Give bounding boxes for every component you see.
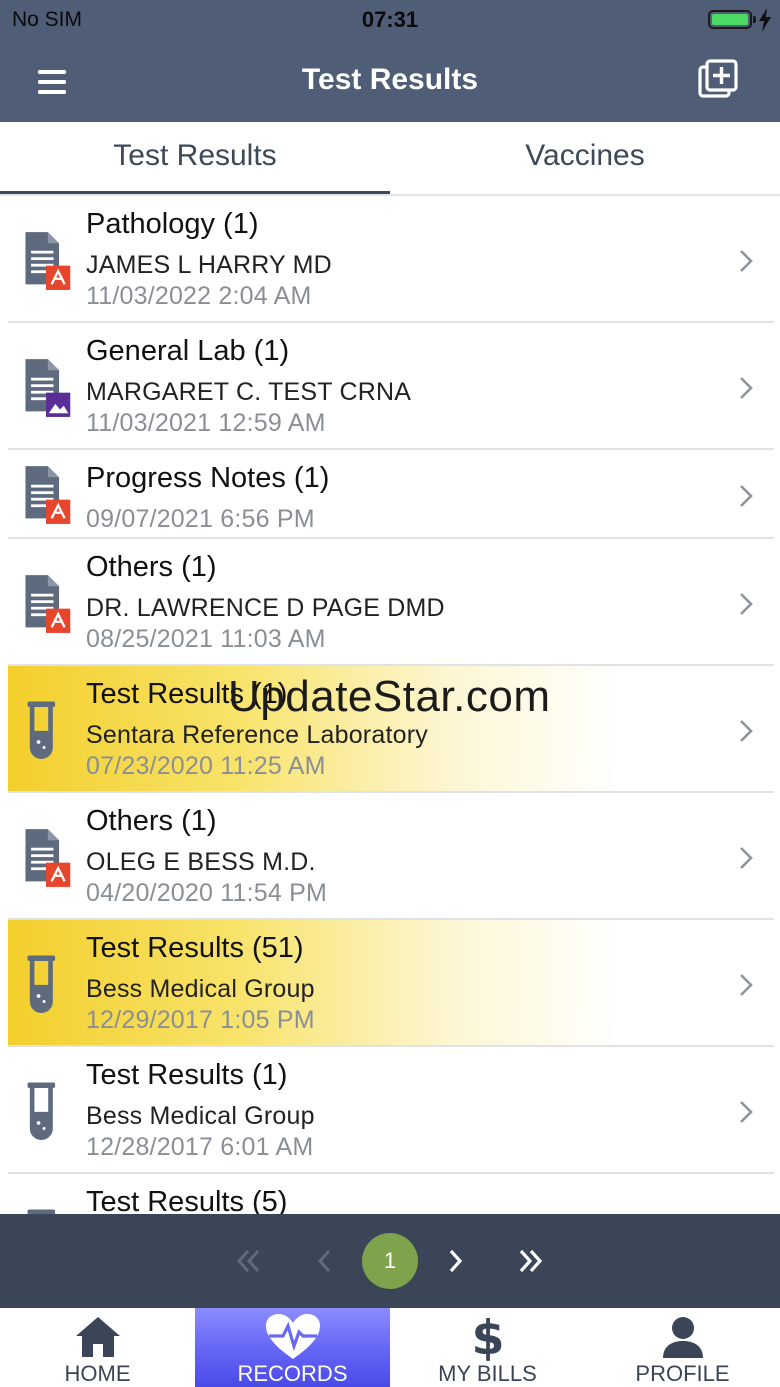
chevron-right-icon <box>740 1101 753 1123</box>
image-document-icon <box>25 359 71 417</box>
tab-test-results[interactable]: Test Results <box>0 122 390 194</box>
charging-bolt-icon <box>759 8 771 32</box>
chevron-right-icon <box>740 250 753 272</box>
segment-tabs: Test Results Vaccines <box>0 122 780 196</box>
tab-label: MY BILLS <box>438 1361 537 1386</box>
chevron-right-icon[interactable] <box>430 1236 480 1286</box>
tab-label: HOME <box>64 1361 131 1386</box>
result-title: Test Results (1) <box>86 1059 288 1091</box>
bottom-tab-bar: HOME RECORDS $ MY BILLS PROFILE <box>0 1308 780 1387</box>
result-date: 07/23/2020 11:25 AM <box>86 752 326 780</box>
pdf-document-icon <box>25 829 71 887</box>
result-provider: Bess Medical Group <box>86 975 315 1003</box>
list-item[interactable]: Test Results (1) Sentara Reference Labor… <box>8 666 774 793</box>
list-item[interactable]: General Lab (1) MARGARET C. TEST CRNA 11… <box>8 323 774 450</box>
result-title: Test Results (1) <box>86 678 288 710</box>
result-provider: DR. LAWRENCE D PAGE DMD <box>86 594 445 622</box>
double-chevron-right-icon[interactable] <box>505 1236 555 1286</box>
svg-text:$: $ <box>471 1311 504 1364</box>
result-title: Others (1) <box>86 805 217 837</box>
chevron-right-icon <box>740 974 753 996</box>
battery-icon <box>708 10 752 29</box>
double-chevron-left-icon[interactable] <box>224 1236 274 1286</box>
list-item[interactable]: Others (1) OLEG E BESS M.D. 04/20/2020 1… <box>8 793 774 920</box>
result-title: Pathology (1) <box>86 208 259 240</box>
result-date: 04/20/2020 11:54 PM <box>86 879 328 907</box>
result-date: 11/03/2021 12:59 AM <box>86 409 326 437</box>
test-tube-icon <box>27 1082 56 1140</box>
pdf-document-icon <box>25 575 71 633</box>
pdf-document-icon <box>25 466 71 524</box>
result-date: 09/07/2021 6:56 PM <box>86 505 315 533</box>
results-list: Pathology (1) JAMES L HARRY MD 11/03/202… <box>0 196 780 1214</box>
person-icon <box>662 1317 703 1358</box>
result-provider: OLEG E BESS M.D. <box>86 848 316 876</box>
tab-vaccines[interactable]: Vaccines <box>390 122 780 194</box>
result-title: Others (1) <box>86 551 217 583</box>
dollar-icon: $ <box>471 1311 504 1364</box>
tab-label: PROFILE <box>635 1361 730 1386</box>
chevron-left-icon[interactable] <box>300 1236 350 1286</box>
result-provider: Sentara Reference Laboratory <box>86 721 428 749</box>
tab-my-bills[interactable]: $ MY BILLS <box>390 1308 585 1387</box>
result-provider: JAMES L HARRY MD <box>86 251 332 279</box>
result-date: 12/29/2017 1:05 PM <box>86 1006 315 1034</box>
result-date: 12/28/2017 6:01 AM <box>86 1133 314 1161</box>
nav-bar: Test Results <box>0 40 780 122</box>
result-title: Test Results (51) <box>86 932 304 964</box>
chevron-right-icon <box>740 720 753 742</box>
heart-pulse-icon <box>265 1314 320 1359</box>
chevron-right-icon <box>740 485 753 507</box>
result-date: 08/25/2021 11:03 AM <box>86 625 326 653</box>
tab-records[interactable]: RECORDS <box>195 1308 390 1387</box>
test-tube-icon <box>27 701 56 759</box>
chevron-right-icon <box>740 377 753 399</box>
chevron-right-icon <box>740 847 753 869</box>
result-date: 11/03/2022 2:04 AM <box>86 282 312 310</box>
add-record-icon[interactable] <box>696 58 744 102</box>
list-item[interactable]: Pathology (1) JAMES L HARRY MD 11/03/202… <box>8 196 774 323</box>
list-item[interactable]: Progress Notes (1) 09/07/2021 6:56 PM <box>8 450 774 539</box>
result-provider: MARGARET C. TEST CRNA <box>86 378 412 406</box>
current-page-button[interactable]: 1 <box>362 1233 418 1289</box>
list-item[interactable]: Others (1) DR. LAWRENCE D PAGE DMD 08/25… <box>8 539 774 666</box>
result-title: General Lab (1) <box>86 335 290 367</box>
result-title: Test Results (5) <box>86 1186 288 1214</box>
status-bar: No SIM 07:31 <box>0 0 780 40</box>
pdf-document-icon <box>25 232 71 290</box>
tab-label: RECORDS <box>237 1361 348 1386</box>
list-item[interactable]: Test Results (51) Bess Medical Group 12/… <box>8 920 774 1047</box>
home-icon <box>75 1317 120 1357</box>
list-item[interactable]: Test Results (5) <box>8 1174 774 1214</box>
pagination-bar: 1 <box>0 1214 780 1308</box>
test-tube-icon <box>27 1209 56 1214</box>
status-time: 07:31 <box>361 7 419 32</box>
page-title: Test Results <box>301 63 479 96</box>
result-provider: Bess Medical Group <box>86 1102 315 1130</box>
test-tube-icon <box>27 955 56 1013</box>
tab-home[interactable]: HOME <box>0 1308 195 1387</box>
chevron-right-icon <box>740 593 753 615</box>
result-title: Progress Notes (1) <box>86 462 330 494</box>
list-item[interactable]: Test Results (1) Bess Medical Group 12/2… <box>8 1047 774 1174</box>
tab-profile[interactable]: PROFILE <box>585 1308 780 1387</box>
